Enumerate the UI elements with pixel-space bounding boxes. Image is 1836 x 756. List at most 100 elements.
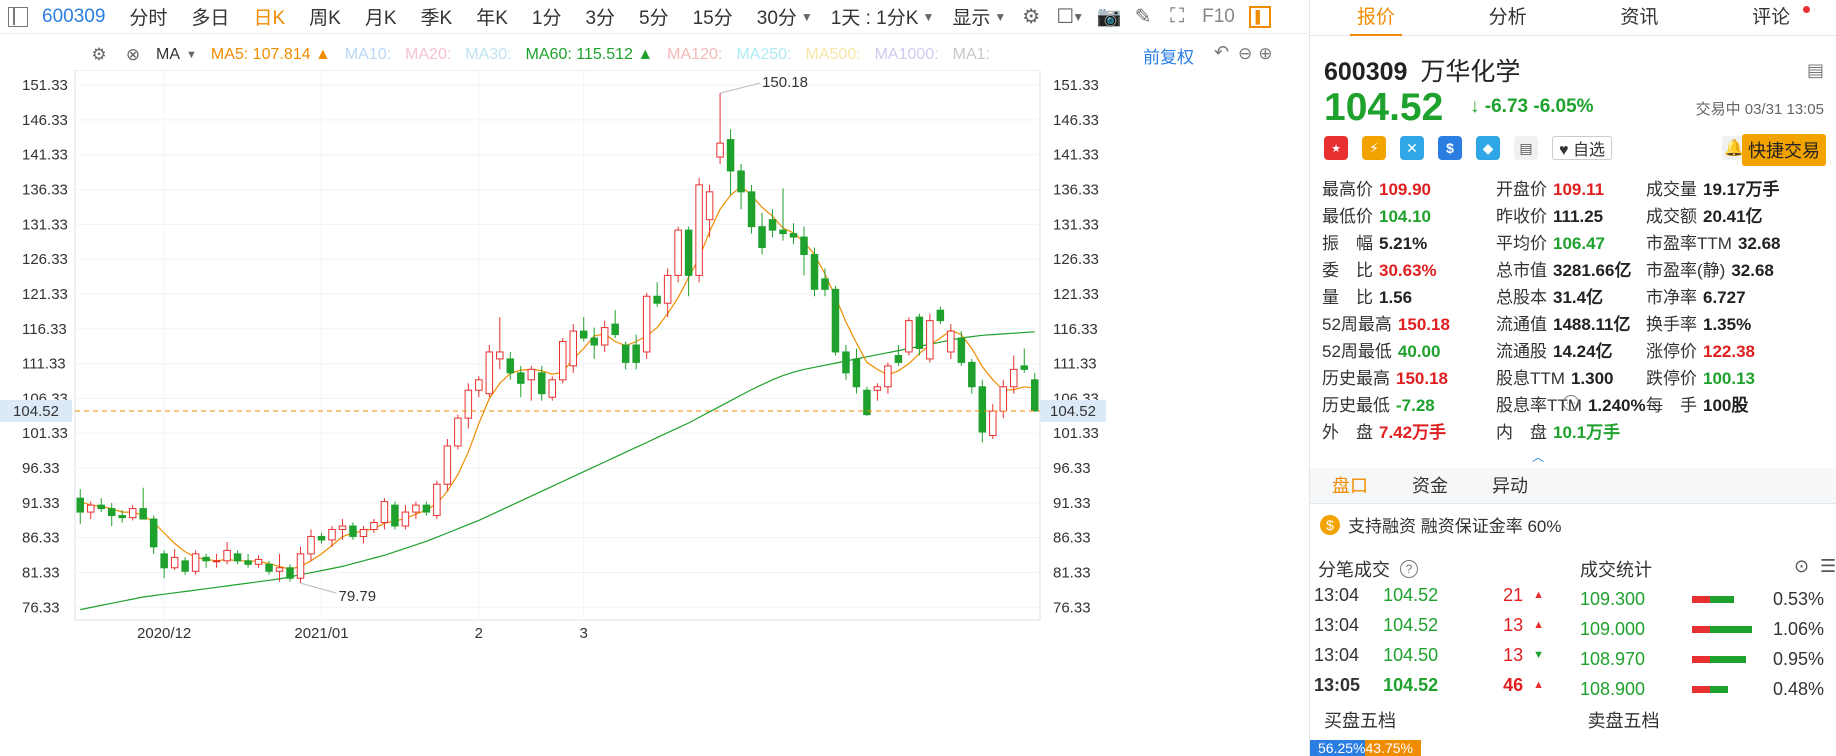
detail-tab[interactable]: 盘口: [1310, 468, 1390, 503]
candle-body[interactable]: [726, 139, 735, 172]
candle-body[interactable]: [758, 226, 766, 249]
candle-body[interactable]: [76, 497, 84, 513]
candle-body[interactable]: [296, 553, 305, 579]
period-tab[interactable]: 30分: [745, 3, 809, 30]
candle-body[interactable]: [181, 560, 189, 572]
ma-settings-icon[interactable]: ⚙: [84, 40, 114, 70]
candle-body[interactable]: [674, 229, 682, 276]
candle-body[interactable]: [139, 508, 147, 520]
interval-caret-icon[interactable]: ▼: [922, 10, 934, 24]
candle-body[interactable]: [485, 351, 494, 395]
candle-body[interactable]: [443, 445, 452, 485]
candle-body[interactable]: [275, 567, 284, 572]
candle-body[interactable]: [768, 219, 777, 231]
ma-legend-item[interactable]: MA60: 115.512 ▲: [526, 46, 654, 64]
candle-body[interactable]: [475, 379, 483, 391]
candle-body[interactable]: [884, 365, 892, 388]
dollar-icon[interactable]: $: [1438, 136, 1462, 160]
candle-body[interactable]: [989, 410, 997, 437]
kline-chart[interactable]: 151.33 151.33 146.33 146.33 141.33 141.33 136.…: [0, 70, 1230, 756]
period-tab[interactable]: 15分: [681, 3, 745, 30]
candle-body[interactable]: [328, 528, 336, 541]
period-tab[interactable]: 年K: [464, 3, 520, 30]
candle-body[interactable]: [1010, 368, 1018, 388]
more-info-icon[interactable]: ⋯: [1563, 395, 1579, 411]
fullscreen-icon[interactable]: ⛶: [1162, 2, 1192, 32]
candle-body[interactable]: [695, 184, 703, 276]
candle-body[interactable]: [957, 337, 966, 363]
candle-body[interactable]: [1020, 365, 1029, 370]
candle-body[interactable]: [401, 511, 410, 527]
candle-body[interactable]: [307, 535, 315, 555]
candle-body[interactable]: [569, 330, 577, 367]
candle-body[interactable]: [558, 341, 567, 381]
candle-body[interactable]: [842, 351, 850, 374]
candle-body[interactable]: [947, 330, 955, 353]
detail-tab[interactable]: 异动: [1470, 468, 1550, 503]
candle-body[interactable]: [202, 556, 210, 562]
period-tab[interactable]: 月K: [353, 3, 409, 30]
candle-body[interactable]: [936, 309, 945, 322]
period-tab[interactable]: 季K: [409, 3, 465, 30]
candle-body[interactable]: [737, 170, 745, 193]
period-tab[interactable]: 周K: [297, 3, 353, 30]
sidebar-toggle-icon[interactable]: ▌: [1248, 5, 1271, 28]
candle-body[interactable]: [191, 553, 200, 572]
candle-body[interactable]: [286, 567, 294, 579]
candle-body[interactable]: [590, 337, 598, 346]
candle-body[interactable]: [600, 327, 609, 346]
undo-icon[interactable]: ↶: [1214, 42, 1229, 63]
candle-body[interactable]: [433, 483, 441, 517]
candle-body[interactable]: [621, 344, 630, 363]
candle-body[interactable]: [632, 344, 640, 363]
candle-body[interactable]: [779, 229, 787, 235]
stock-code-tab[interactable]: 600309: [40, 6, 117, 28]
candle-body[interactable]: [86, 504, 95, 513]
trades-list[interactable]: 13:04 104.52 21 ▲ 13:04 104.52 13 ▲ 13:04 104.50 1…: [1314, 580, 1544, 700]
connect-icon[interactable]: ✕: [1400, 136, 1424, 160]
candle-body[interactable]: [716, 142, 724, 158]
candle-body[interactable]: [978, 386, 987, 433]
candle-body[interactable]: [926, 320, 934, 360]
display-menu[interactable]: 显示: [940, 3, 1002, 30]
candle-body[interactable]: [370, 522, 378, 530]
candle-body[interactable]: [380, 501, 389, 524]
candle-body[interactable]: [506, 358, 515, 374]
candle-body[interactable]: [915, 316, 924, 349]
news-icon[interactable]: ▤: [1514, 136, 1538, 160]
candle-body[interactable]: [244, 560, 252, 565]
candle-body[interactable]: [338, 525, 347, 530]
collapse-icon[interactable]: ︿: [1532, 448, 1544, 465]
candle-body[interactable]: [212, 560, 221, 563]
candle-body[interactable]: [359, 528, 368, 537]
f10-button[interactable]: F10: [1192, 6, 1245, 28]
layout-caret-icon[interactable]: ▼: [1072, 10, 1084, 24]
interval-select[interactable]: 1天 : 1分K: [819, 3, 931, 30]
ma-legend-item[interactable]: MA30:: [465, 46, 511, 64]
candle-body[interactable]: [831, 288, 840, 353]
candle-body[interactable]: [999, 386, 1008, 412]
candle-body[interactable]: [663, 274, 672, 304]
candle-body[interactable]: [538, 372, 546, 395]
tag-icon[interactable]: ◆: [1476, 136, 1500, 160]
period-tab[interactable]: 5分: [627, 3, 681, 30]
candle-body[interactable]: [160, 553, 168, 569]
ma-caret-icon[interactable]: ▼: [186, 49, 197, 61]
zoom-in-icon[interactable]: ⊕: [1258, 44, 1272, 64]
settings-icon[interactable]: ⚙: [1016, 2, 1046, 32]
ma-legend-item[interactable]: MA120:: [667, 46, 722, 64]
page-icon[interactable]: ▤: [1807, 60, 1824, 81]
period-tab[interactable]: 3分: [573, 3, 627, 30]
candle-body[interactable]: [548, 379, 557, 398]
candle-body[interactable]: [265, 563, 273, 572]
candle-body[interactable]: [496, 351, 504, 360]
ma-close-icon[interactable]: ⊗: [118, 40, 148, 70]
ma-legend-item[interactable]: MA10:: [345, 46, 391, 64]
candle-body[interactable]: [894, 354, 903, 363]
draw-pen-icon[interactable]: ✎: [1128, 2, 1158, 32]
quick-trade-button[interactable]: 快捷交易: [1742, 134, 1826, 166]
period-tab[interactable]: 日K: [241, 3, 297, 30]
ma-type-select[interactable]: MA: [156, 46, 180, 64]
candle-body[interactable]: [527, 368, 536, 381]
candle-body[interactable]: [317, 535, 326, 541]
